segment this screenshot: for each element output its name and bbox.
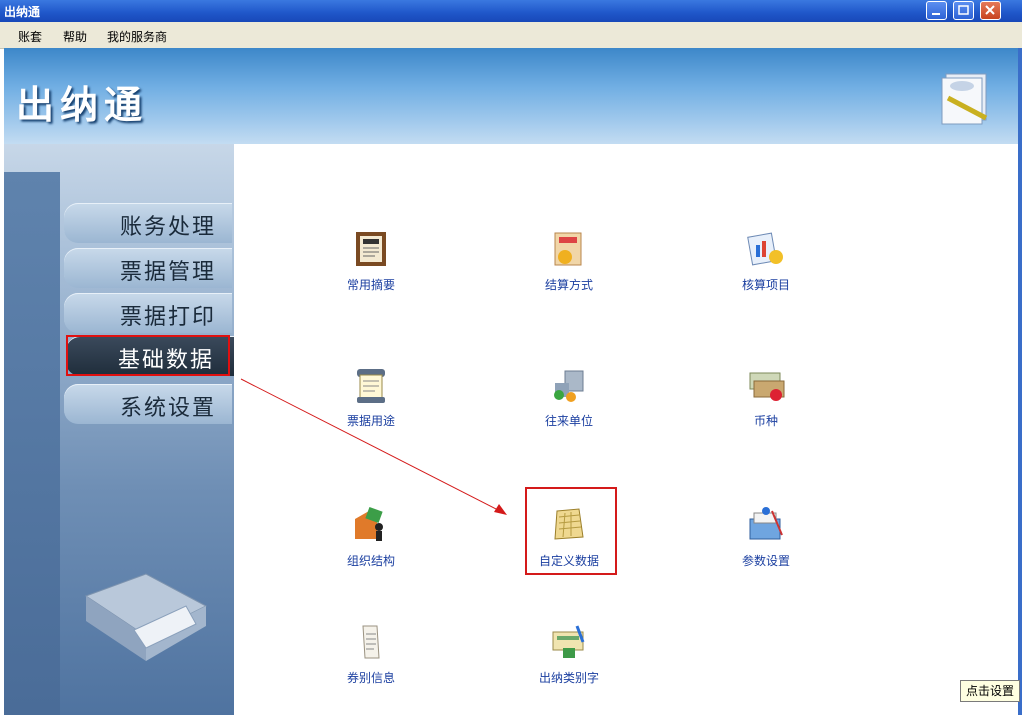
maximize-button[interactable] [953,1,974,20]
tile-label: 核算项目 [741,278,790,292]
partner-unit-icon [554,370,584,402]
bill-usage-icon [357,369,385,403]
sidebar-item-label: 系统设置 [119,396,216,421]
window-title: 出纳通 [4,5,41,19]
settlement-icon [554,232,582,266]
tooltip: 点击设置 [960,680,1020,702]
tile-label: 出纳类别字 [538,671,599,685]
tile-settlement-method[interactable]: 结算方式 [509,229,629,293]
organization-icon [355,506,383,541]
tile-currency[interactable]: 币种 [706,365,826,429]
window-border [1018,48,1022,715]
tile-common-summary[interactable]: 常用摘要 [311,229,431,293]
sidebar-item-accounting[interactable]: 账务处理 [64,203,232,243]
tile-parameter-settings[interactable]: 参数设置 [706,505,826,569]
menu-item-account-set[interactable]: 账套 [18,28,42,45]
menu-item-my-provider[interactable]: 我的服务商 [107,28,167,45]
minimize-button[interactable] [926,1,947,20]
tile-label: 参数设置 [741,554,790,568]
menu-item-help[interactable]: 帮助 [63,28,87,45]
accounting-item-icon [747,232,783,266]
scanner-illustration [84,573,208,661]
menu-bar: 账套 帮助 我的服务商 [0,22,1022,49]
title-bar: 出纳通 [0,0,1022,22]
app-banner: 出纳通 [4,48,1018,144]
tile-label: 常用摘要 [346,278,395,292]
tile-label: 往来单位 [544,414,593,428]
summary-book-icon [356,232,386,266]
tile-selection-highlight [525,487,617,575]
sidebar-item-label: 票据打印 [119,305,216,330]
tile-bill-usage[interactable]: 票据用途 [311,365,431,429]
sidebar-item-label: 账务处理 [119,215,216,240]
sidebar-item-system-settings[interactable]: 系统设置 [64,384,232,424]
tile-partner-unit[interactable]: 往来单位 [509,365,629,429]
tile-accounting-item[interactable]: 核算项目 [706,229,826,293]
parameter-settings-icon [749,507,783,540]
selection-highlight [66,335,230,376]
product-box-icon [941,73,988,125]
sidebar-strip [4,172,60,715]
tile-label: 组织结构 [346,554,395,568]
voucher-type-icon [362,625,380,659]
tile-label: 结算方式 [544,278,593,292]
tile-cashier-category[interactable]: 出纳类别字 [509,622,629,686]
sidebar-item-label: 票据管理 [119,260,216,285]
tile-label: 券别信息 [346,671,395,685]
tile-label: 票据用途 [346,414,395,428]
sidebar-item-bill-printing[interactable]: 票据打印 [64,293,232,333]
tile-voucher-type[interactable]: 券别信息 [311,622,431,686]
sidebar-item-bill-management[interactable]: 票据管理 [64,248,232,288]
cashier-category-icon [552,625,585,658]
tile-organization[interactable]: 组织结构 [311,505,431,569]
tile-label: 币种 [753,414,778,428]
banner-title: 出纳通 [16,82,149,127]
close-button[interactable] [980,1,1001,20]
currency-icon [749,372,785,401]
